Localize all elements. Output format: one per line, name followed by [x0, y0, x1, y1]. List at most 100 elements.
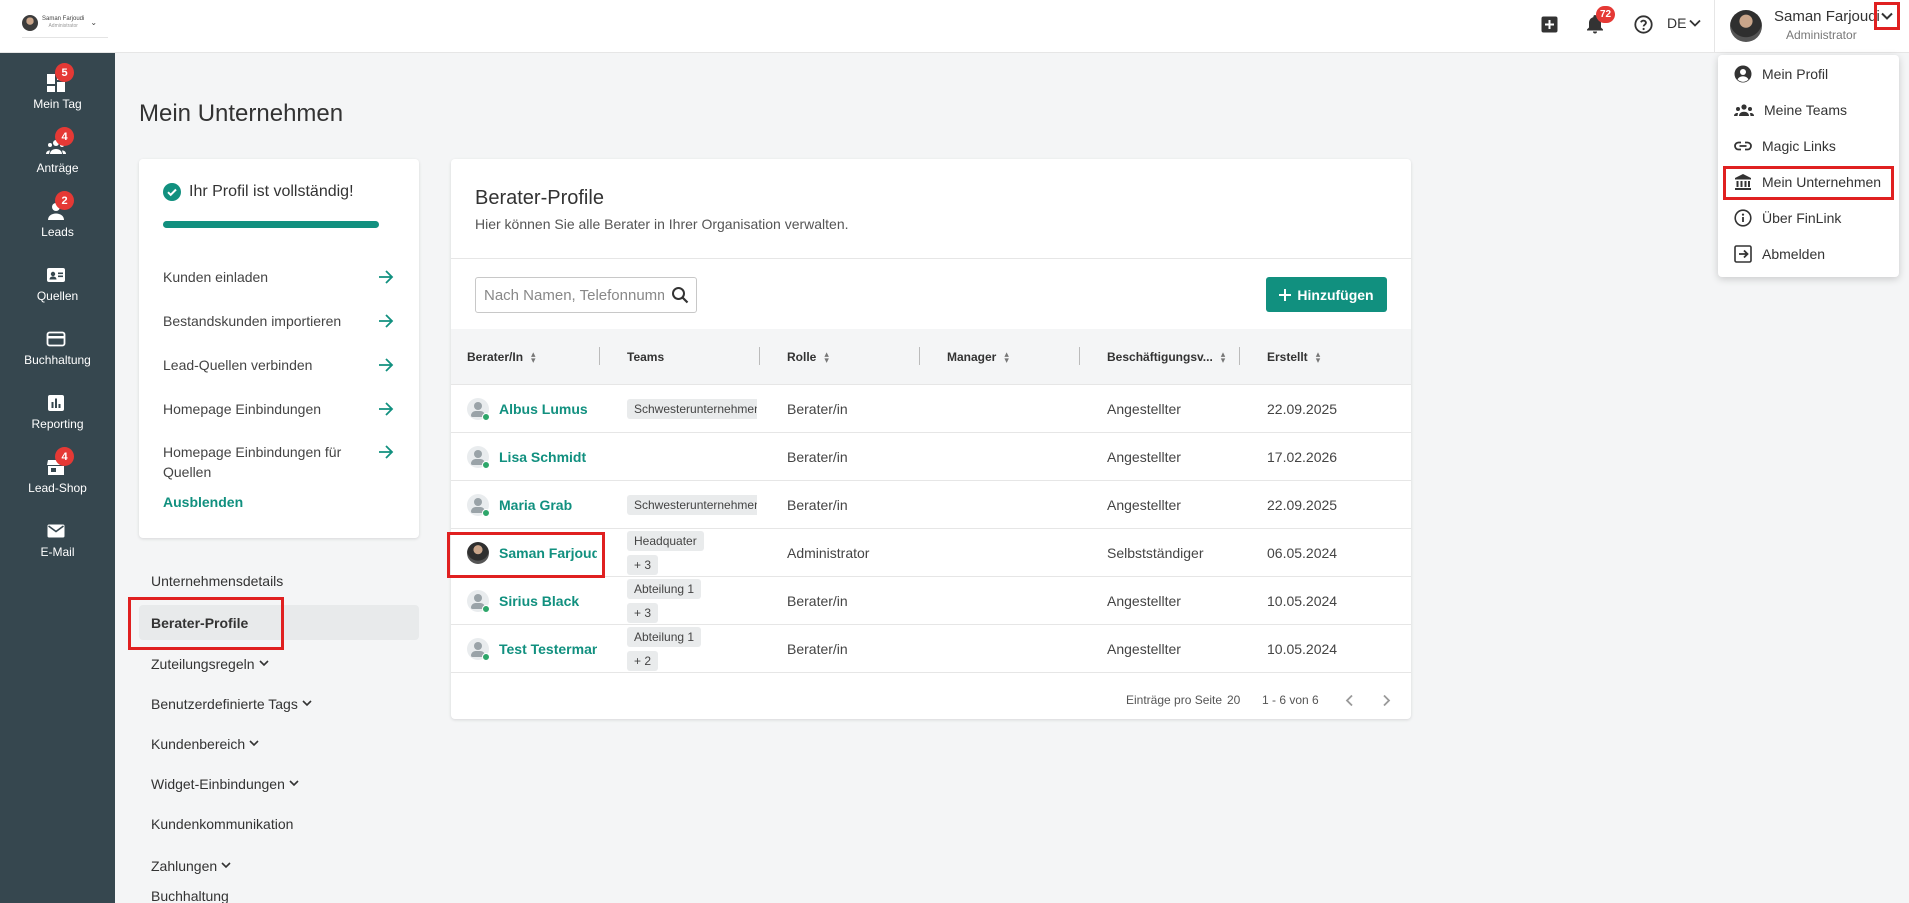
menu-item-magic-links[interactable]: Magic Links: [1718, 128, 1899, 164]
chevron-down-icon: [221, 862, 231, 869]
menu-item-mein-profil[interactable]: Mein Profil: [1718, 56, 1899, 92]
berater-name-link[interactable]: Lisa Schmidt: [499, 449, 586, 465]
nav-badge: 4: [55, 447, 74, 466]
column-header-beschaeftigung[interactable]: Beschäftigungsv... ▴ ▾: [1107, 329, 1225, 385]
menu-kundenbereich[interactable]: Kundenbereich: [139, 726, 419, 761]
chevron-down-icon: [302, 700, 312, 707]
employment-cell: Angestellter: [1107, 641, 1181, 657]
employment-cell: Selbstständiger: [1107, 545, 1204, 561]
sidebar-item-reporting[interactable]: Reporting: [0, 383, 115, 443]
berater-name-link[interactable]: Maria Grab: [499, 497, 572, 513]
menu-widget-einbindungen[interactable]: Widget-Einbindungen: [139, 766, 419, 801]
search-field[interactable]: [475, 277, 697, 313]
column-header-berater[interactable]: Berater/In ▴ ▾: [467, 329, 536, 385]
step-label: Homepage Einbindungen für Quellen: [163, 444, 342, 480]
menu-kundenkommunikation[interactable]: Kundenkommunikation: [139, 806, 419, 841]
menu-unternehmensdetails[interactable]: Unternehmensdetails: [139, 563, 419, 598]
user-avatar[interactable]: [1730, 10, 1762, 42]
section-subtitle: Hier können Sie alle Berater in Ihrer Or…: [475, 216, 849, 232]
employment-cell: Angestellter: [1107, 401, 1181, 417]
menu-item-ueber-finlink[interactable]: Über FinLink: [1718, 200, 1899, 236]
credit-card-icon: [46, 331, 66, 347]
menu-zuteilungsregeln[interactable]: Zuteilungsregeln: [139, 646, 419, 681]
check-circle-icon: [163, 183, 181, 201]
language-selector[interactable]: DE: [1667, 15, 1702, 31]
team-more-chip[interactable]: + 2: [627, 651, 659, 671]
info-icon: [1734, 209, 1752, 227]
table-row[interactable]: Maria Grab Schwesterunternehmen Berater/…: [451, 481, 1411, 529]
avatar: [467, 638, 490, 661]
nav-badge: 2: [55, 191, 74, 210]
groups-icon: [1734, 104, 1754, 116]
step-homepage-einbindungen-quellen[interactable]: Homepage Einbindungen für Quellen: [163, 442, 395, 482]
menu-item-abmelden[interactable]: Abmelden: [1718, 236, 1899, 272]
pagination-range: 1 - 6 von 6: [1262, 693, 1319, 707]
arrow-right-icon: [379, 314, 394, 328]
table-row[interactable]: Sirius Black Abteilung 1 + 3 Berater/in …: [451, 577, 1411, 625]
created-cell: 06.05.2024: [1267, 545, 1338, 561]
sidebar-item-antraege[interactable]: 4 Anträge: [0, 127, 115, 187]
sidebar-item-buchhaltung[interactable]: Buchhaltung: [0, 319, 115, 379]
column-header-rolle[interactable]: Rolle ▴ ▾: [787, 329, 829, 385]
table-row[interactable]: Albus Lumus Schwesterunternehmen Berater…: [451, 385, 1411, 433]
arrow-right-icon: [379, 270, 394, 284]
step-lead-quellen-verbinden[interactable]: Lead-Quellen verbinden: [163, 355, 395, 375]
add-icon[interactable]: [1538, 13, 1560, 35]
chevron-left-icon[interactable]: [1344, 694, 1354, 707]
page-title: Mein Unternehmen: [139, 100, 344, 127]
created-cell: 22.09.2025: [1267, 497, 1338, 513]
link-icon: [1734, 141, 1752, 151]
user-role: Administrator: [1786, 28, 1857, 42]
created-cell: 17.02.2026: [1267, 449, 1338, 465]
chevron-down-icon: [258, 660, 269, 667]
sidebar-item-leads[interactable]: 2 Leads: [0, 191, 115, 251]
team-more-chip[interactable]: + 3: [627, 603, 659, 623]
menu-item-label: Magic Links: [1762, 138, 1836, 154]
step-homepage-einbindungen[interactable]: Homepage Einbindungen: [163, 399, 395, 419]
table-row[interactable]: Test Testerman Abteilung 1 + 2 Berater/i…: [451, 625, 1411, 673]
table-row[interactable]: Lisa Schmidt Berater/in Angestellter 17.…: [451, 433, 1411, 481]
step-label: Kunden einladen: [163, 269, 269, 285]
section-title: Berater-Profile: [475, 187, 604, 209]
menu-item-meine-teams[interactable]: Meine Teams: [1718, 92, 1899, 128]
sidebar-item-label: Quellen: [36, 289, 79, 303]
employment-cell: Angestellter: [1107, 449, 1181, 465]
user-name: Saman Farjoudi: [1774, 8, 1880, 25]
column-header-erstellt[interactable]: Erstellt ▴ ▾: [1267, 329, 1320, 385]
online-status-dot: [482, 509, 490, 517]
chart-icon: [48, 395, 64, 411]
step-bestandskunden-importieren[interactable]: Bestandskunden importieren: [163, 311, 395, 331]
berater-name-link[interactable]: Test Testerman: [499, 641, 597, 657]
team-more-chip[interactable]: + 3: [627, 555, 659, 575]
step-kunden-einladen[interactable]: Kunden einladen: [163, 267, 395, 287]
sidebar-item-mein-tag[interactable]: 5 Mein Tag: [0, 63, 115, 123]
menu-benutzerdefinierte-tags[interactable]: Benutzerdefinierte Tags: [139, 686, 419, 721]
hide-link[interactable]: Ausblenden: [163, 494, 243, 510]
chevron-right-icon[interactable]: [1382, 694, 1392, 707]
team-chip: Schwesterunternehmen: [627, 399, 757, 419]
add-button[interactable]: Hinzufügen: [1266, 277, 1387, 312]
top-bar: Saman Farjoudi Administrator ⌄ 72 DE Sam…: [0, 0, 1909, 53]
sidebar-item-email[interactable]: E-Mail: [0, 511, 115, 571]
menu-item-label: Abmelden: [1762, 246, 1826, 262]
contact-card-icon: [47, 268, 65, 282]
search-input[interactable]: [484, 278, 664, 312]
plus-icon: [1279, 288, 1292, 301]
sidebar-item-lead-shop[interactable]: 4 Lead-Shop: [0, 447, 115, 507]
search-icon[interactable]: [671, 286, 689, 304]
menu-item-label: Über FinLink: [1762, 210, 1842, 226]
per-page-select[interactable]: 20: [1227, 693, 1240, 707]
sidebar-item-quellen[interactable]: Quellen: [0, 255, 115, 315]
menu-zahlungen[interactable]: Zahlungen: [139, 848, 419, 883]
language-label: DE: [1667, 15, 1687, 31]
employment-cell: Angestellter: [1107, 497, 1181, 513]
menu-buchhaltung[interactable]: Buchhaltung: [139, 888, 419, 903]
highlight-box: [128, 597, 284, 650]
berater-name-link[interactable]: Sirius Black: [499, 593, 579, 609]
column-header-manager[interactable]: Manager ▴ ▾: [947, 329, 1009, 385]
avatar: [467, 398, 490, 421]
berater-name-link[interactable]: Albus Lumus: [499, 401, 588, 417]
company-logo[interactable]: Saman Farjoudi Administrator ⌄: [22, 8, 108, 38]
help-icon[interactable]: [1632, 13, 1654, 35]
chevron-down-icon: [289, 780, 299, 787]
